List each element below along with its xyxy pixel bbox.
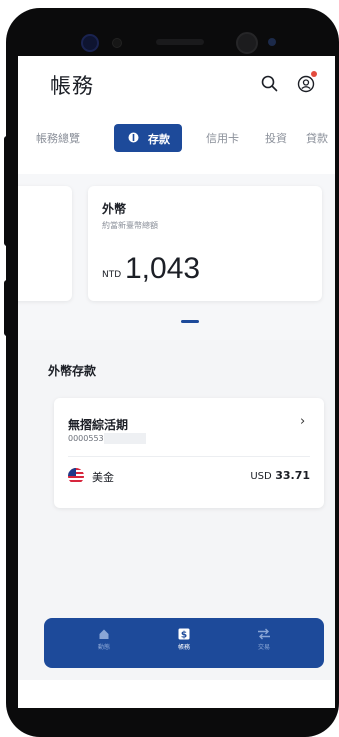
notification-dot — [311, 71, 317, 77]
currency-name: 美金 — [92, 471, 114, 484]
tab-overview[interactable]: 帳務總覽 — [36, 130, 80, 146]
fx-card-title: 外幣 — [102, 202, 127, 216]
tab-loan[interactable]: 貸款 — [306, 130, 328, 146]
transfer-icon — [258, 628, 270, 640]
account-card[interactable]: 無摺綜活期 0000553 › 美金 USD 33.71 — [54, 398, 324, 508]
category-tabs: 帳務總覽 存款 信用卡 投資 貸款 — [18, 110, 335, 174]
fx-card-currency: NTD — [102, 270, 122, 280]
page-title: 帳務 — [50, 74, 94, 98]
chevron-right-icon[interactable]: › — [300, 414, 305, 429]
proximity-sensor — [236, 32, 258, 54]
power-button — [4, 280, 10, 336]
user-account-icon[interactable] — [296, 74, 316, 94]
foreign-currency-summary-card[interactable]: 外幣 約當新臺幣總額 NTD 1,043 — [88, 186, 322, 301]
nav-item-accounts[interactable]: $ 帳務 — [164, 628, 204, 651]
search-icon[interactable] — [260, 74, 280, 94]
tab-deposit[interactable]: 存款 — [114, 124, 182, 152]
currency-balance: USD 33.71 — [250, 469, 310, 482]
card-divider — [68, 456, 310, 457]
fx-card-amount: 1,043 — [125, 252, 201, 285]
front-camera — [81, 34, 99, 52]
carousel-indicator — [181, 320, 199, 323]
us-flag-icon — [68, 468, 84, 484]
account-name: 無摺綜活期 — [68, 418, 129, 432]
bottom-navigation: 動態 $ 帳務 交易 — [44, 618, 324, 668]
nav-home-label: 動態 — [97, 644, 110, 651]
dollar-icon: $ — [178, 628, 190, 640]
nav-item-transactions[interactable]: 交易 — [244, 628, 284, 651]
balance-amount: 33.71 — [275, 469, 310, 482]
volume-button — [4, 136, 10, 246]
app-header: 帳務 — [18, 56, 335, 110]
tab-deposit-label: 存款 — [148, 133, 170, 146]
tab-investment[interactable]: 投資 — [265, 130, 287, 146]
light-sensor — [268, 38, 276, 46]
currency-code: USD — [250, 471, 272, 482]
previous-summary-card[interactable] — [18, 186, 72, 301]
svg-text:$: $ — [181, 631, 187, 641]
nav-transactions-label: 交易 — [257, 644, 270, 651]
home-icon — [99, 629, 109, 639]
section-title: 外幣存款 — [48, 364, 97, 378]
nav-accounts-label: 帳務 — [177, 644, 190, 651]
sensor — [112, 38, 122, 48]
earpiece-speaker — [156, 39, 204, 45]
tab-credit-card[interactable]: 信用卡 — [206, 130, 239, 146]
phone-frame: 帳務 帳務總覽 存款 信用卡 投資 貸款 外幣 約當新臺幣總額 NTD 1,04… — [4, 8, 339, 737]
bottom-safe-area — [18, 680, 335, 708]
account-number-mask — [104, 433, 146, 444]
account-number: 0000553 — [68, 434, 104, 443]
coin-icon — [128, 132, 139, 143]
app-screen: 帳務 帳務總覽 存款 信用卡 投資 貸款 外幣 約當新臺幣總額 NTD 1,04… — [18, 56, 335, 708]
fx-card-subtitle: 約當新臺幣總額 — [102, 221, 158, 230]
nav-item-home[interactable]: 動態 — [84, 628, 124, 651]
